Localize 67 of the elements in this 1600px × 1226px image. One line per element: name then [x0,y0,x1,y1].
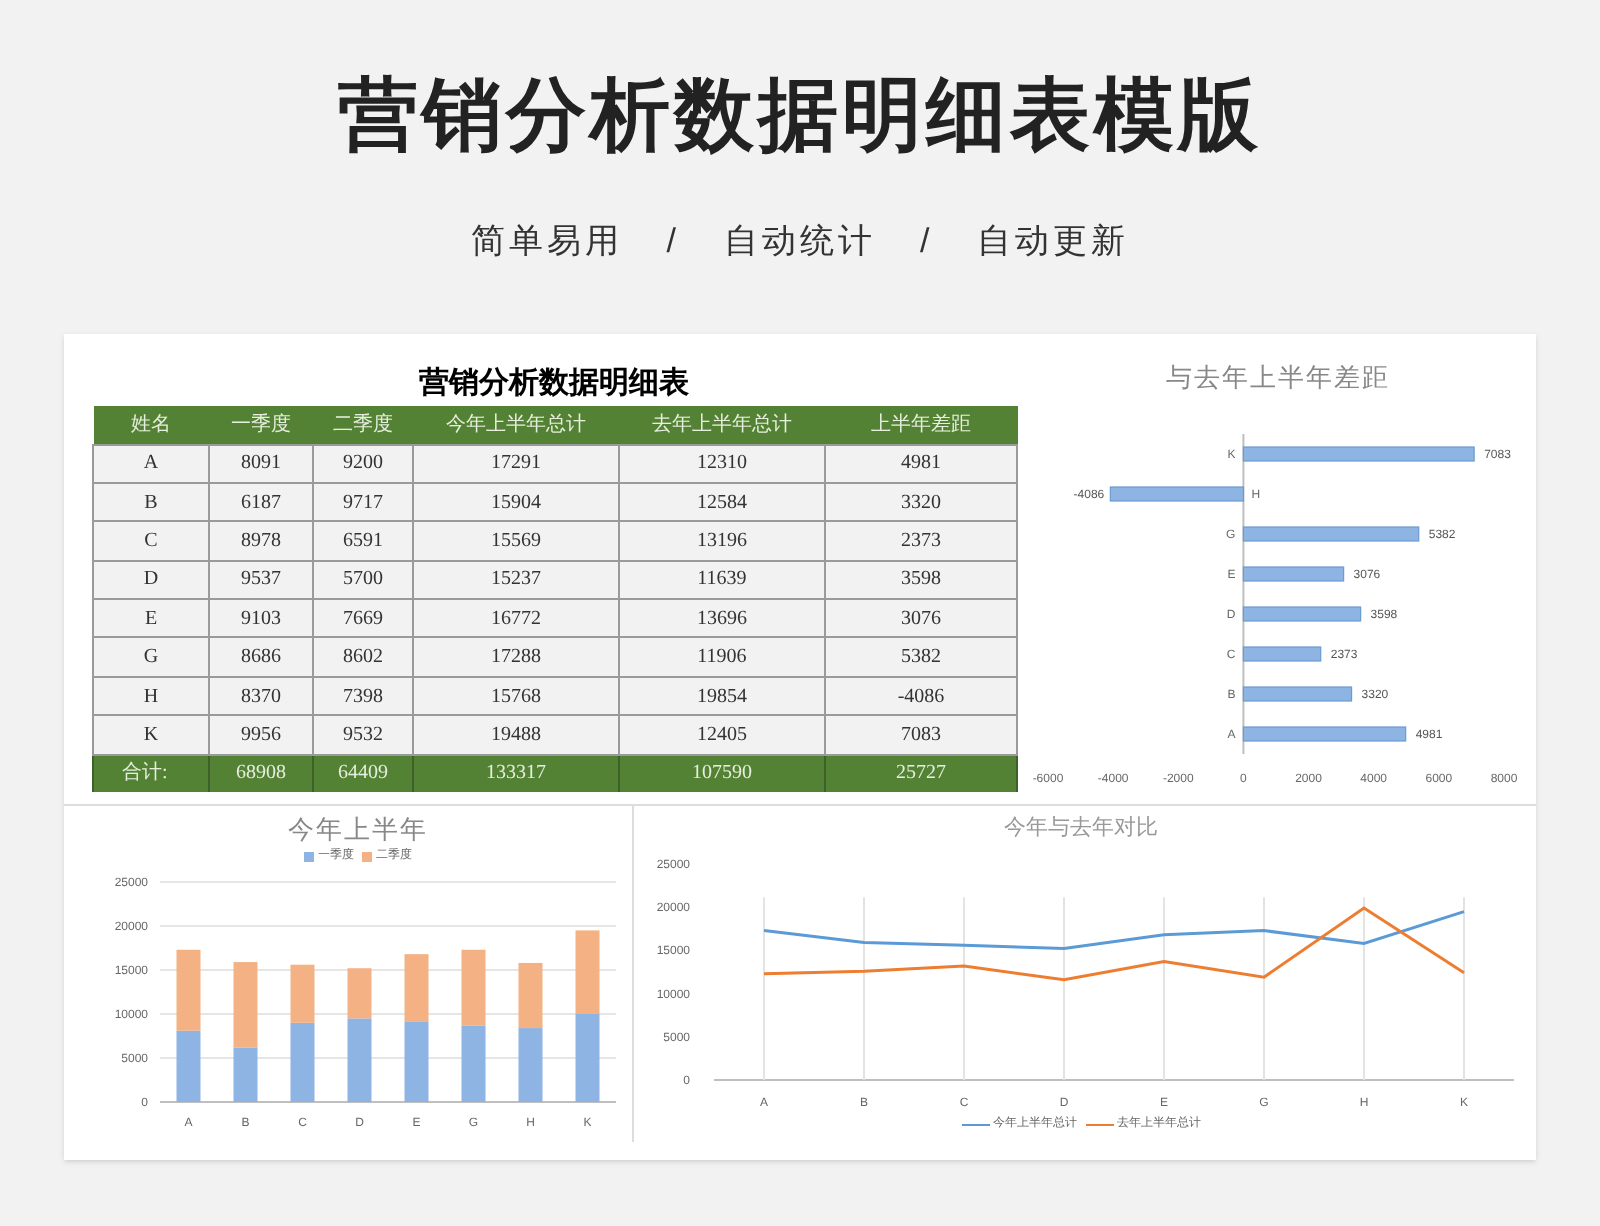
bar-segment [404,954,429,1022]
subtitle-text: 简单易用 [470,220,623,264]
table-cell: A [93,444,209,483]
chart-title: 今年与去年对比 [1002,813,1160,843]
bar-segment [290,964,315,1023]
total-cell: 107590 [619,754,825,793]
table-cell: 9956 [209,715,313,755]
bar-segment [518,1028,543,1102]
total-cell: 68908 [209,754,313,793]
bar-segment [575,930,600,1014]
bar [1242,645,1322,661]
total-cell: 25727 [825,754,1017,793]
total-cell: 133317 [413,754,619,793]
table-cell: 13196 [619,521,825,561]
legend-line-icon [961,1123,989,1127]
column-header: 去年上半年总计 [619,406,825,444]
bar [1109,485,1245,501]
separator-slash: / [666,220,680,264]
table-cell: 8978 [209,521,313,561]
bar-segment [290,1022,315,1102]
total-cell: 合计: [93,754,209,793]
bar-segment [575,1014,600,1102]
table-cell: K [93,715,209,755]
table-cell: 19488 [413,715,619,755]
table-cell: 7083 [825,715,1017,755]
table-cell: 8686 [209,637,313,677]
bar-segment [176,949,201,1031]
table-cell: 8091 [209,444,313,483]
column-header: 今年上半年总计 [413,406,619,444]
page-title: 营销分析数据明细表模版 [338,70,1262,164]
column-header: 姓名 [93,406,209,444]
bar-segment [176,1030,201,1102]
table-cell: 9532 [313,715,413,755]
table-cell: 17291 [413,444,619,483]
table-cell: 11906 [619,637,825,677]
table-cell: 12405 [619,715,825,755]
bar [1242,565,1345,581]
bar-segment [461,1025,486,1102]
table-cell: 9200 [313,444,413,483]
column-header: 二季度 [313,406,413,444]
separator-slash: / [920,220,934,264]
legend-swatch-icon [304,852,314,862]
legend-swatch-icon [362,852,372,862]
table-cell: 12310 [619,444,825,483]
bar [1242,605,1362,621]
table-cell: G [93,637,209,677]
bar [1242,685,1353,701]
table-cell: 17288 [413,637,619,677]
table-title: 营销分析数据明细表 [417,364,691,404]
subtitle-text: 自动统计 [724,220,876,264]
table-cell: C [93,521,209,561]
table-cell: 6591 [313,521,413,561]
table-cell: 8602 [313,637,413,677]
table-cell: 2373 [825,521,1017,561]
chart-title: 今年上半年 [286,811,430,847]
chart-title: 与去年上半年差距 [1164,360,1392,396]
column-header: 上半年差距 [825,406,1017,444]
bar-segment [404,1021,429,1102]
subtitle-text: 自动更新 [977,220,1130,264]
table-cell: 15569 [413,521,619,561]
bar-segment [518,962,543,1029]
legend-line-icon [1085,1123,1113,1127]
table-cell: 4981 [825,444,1017,483]
column-header: 一季度 [209,406,313,444]
total-cell: 64409 [313,754,413,793]
table-cell: 5382 [825,637,1017,677]
bar-segment [461,949,486,1026]
